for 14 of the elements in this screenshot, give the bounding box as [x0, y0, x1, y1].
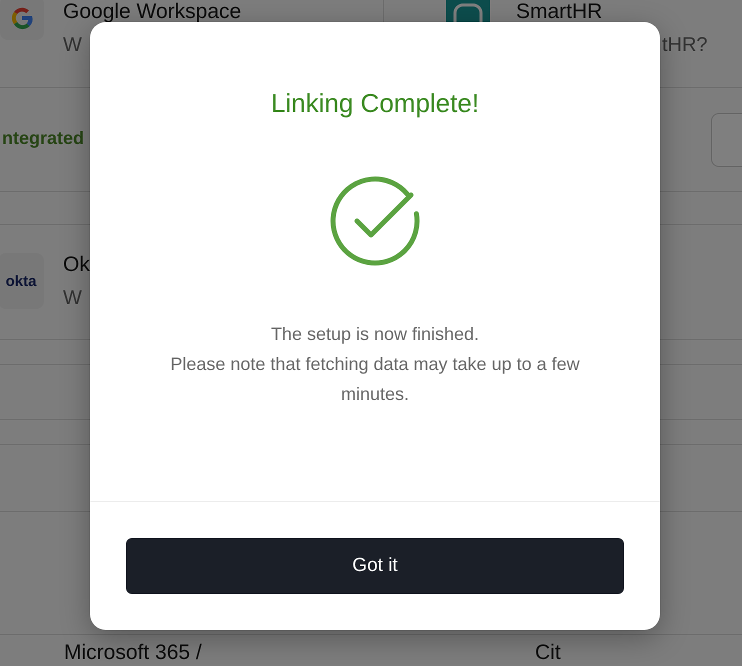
okta-logo: okta: [0, 253, 44, 309]
app-title: SmartHR: [516, 0, 604, 24]
app-title: Microsoft 365 /: [64, 641, 202, 665]
app-title: Cit: [535, 641, 561, 665]
action-button[interactable]: [711, 113, 742, 167]
dialog-title: Linking Complete!: [270, 88, 480, 119]
app-description: W: [63, 34, 83, 57]
app-description: W: [63, 287, 83, 310]
integrated-status: ntegrated: [2, 128, 84, 150]
app-title: Ok: [63, 253, 90, 277]
app-title: Google Workspace: [63, 0, 242, 24]
got-it-button[interactable]: Got it: [126, 538, 624, 594]
dialog-message: The setup is now finished. Please note that fetching data may take up to a few minutes.: [169, 323, 581, 406]
app-description: tHR?: [660, 34, 708, 57]
